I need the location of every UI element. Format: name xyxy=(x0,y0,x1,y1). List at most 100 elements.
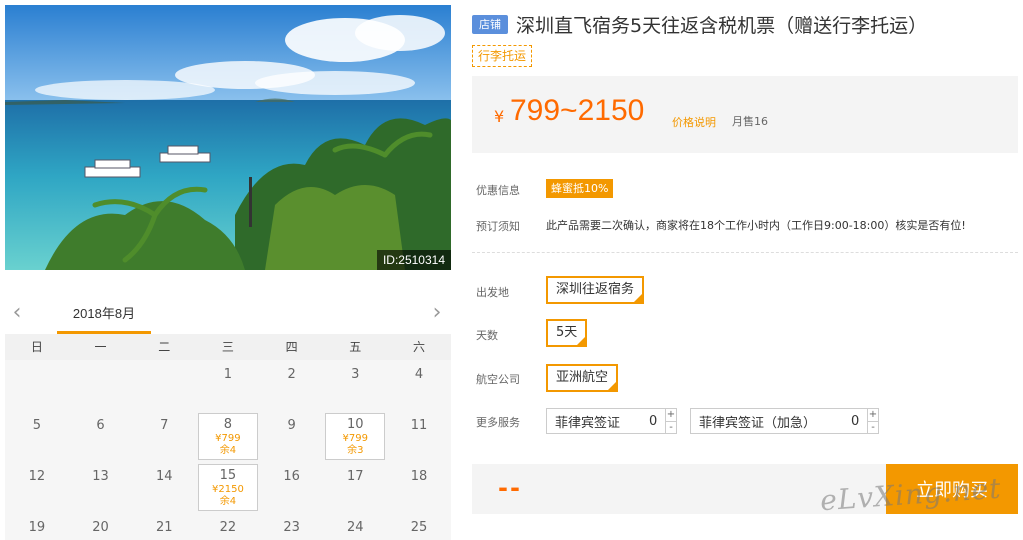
day-number: 3 xyxy=(351,367,360,382)
departure-option[interactable]: 深圳往返宿务 xyxy=(546,276,645,304)
chevron-right-icon[interactable]: › xyxy=(427,302,447,326)
calendar-day: 17 xyxy=(323,462,387,513)
service-name: 菲律宾签证 xyxy=(555,415,621,431)
day-number: 1 xyxy=(223,367,233,382)
day-number: 17 xyxy=(347,469,364,484)
calendar-day: 5 xyxy=(5,411,69,462)
calendar-grid: 1 2 3 4 5 6 7 8 ¥799 余4 9 10 ¥799 余3 11 12 13 14 15 ¥2150 余4… xyxy=(5,360,451,540)
divider xyxy=(472,252,1018,253)
calendar-day: 22 xyxy=(196,513,260,540)
purchase-bar: -- 立即购买 xyxy=(472,464,1018,514)
calendar-day: 3 xyxy=(323,360,387,411)
weekday-label: 一 xyxy=(94,340,107,354)
departure-label: 出发地 xyxy=(476,286,509,299)
service-visa-express: 菲律宾签证（加急） 0 + - xyxy=(690,408,879,434)
available-date[interactable]: 10 ¥799 余3 xyxy=(325,413,386,460)
chevron-left-icon[interactable]: ‹ xyxy=(7,302,27,326)
calendar-day: 12 xyxy=(5,462,69,513)
calendar-day: 6 xyxy=(69,411,133,462)
luggage-tag: 行李托运 xyxy=(472,45,533,67)
calendar-day[interactable]: 10 ¥799 余3 xyxy=(323,411,387,462)
calendar-day: 11 xyxy=(387,411,451,462)
day-number: 14 xyxy=(155,469,173,484)
calendar-day: 25 xyxy=(387,513,451,540)
day-number: 21 xyxy=(155,520,173,535)
calendar-day: 4 xyxy=(387,360,451,411)
minus-button[interactable]: - xyxy=(666,421,676,433)
calendar-month-tab[interactable]: 2018年8月 xyxy=(57,302,151,334)
calendar-day: 7 xyxy=(132,411,196,462)
days-option[interactable]: 5天 xyxy=(546,319,588,347)
weekday-label: 六 xyxy=(412,340,425,354)
quantity-stepper: + - xyxy=(867,408,879,434)
day-number: 13 xyxy=(92,469,109,484)
weekday-label: 二 xyxy=(158,340,171,354)
service-qty-input[interactable]: 0 xyxy=(649,414,657,429)
calendar: 日一二三四五六 1 2 3 4 5 6 7 8 ¥799 余4 9 10 ¥799 余3 11 12 13 14 1… xyxy=(5,334,451,540)
shop-badge[interactable]: 店铺 xyxy=(472,14,508,34)
calendar-day: 19 xyxy=(5,513,69,540)
day-number: 23 xyxy=(283,520,300,535)
promo-tag: 蜂蜜抵10% xyxy=(546,179,614,198)
quantity-stepper: + - xyxy=(665,408,677,434)
service-visa: 菲律宾签证 0 + - xyxy=(546,408,677,434)
product-photo: ID:2510314 xyxy=(5,5,451,270)
days-label: 天数 xyxy=(476,329,498,342)
calendar-day[interactable]: 8 ¥799 余4 xyxy=(196,411,260,462)
price-currency: ¥ xyxy=(494,107,505,126)
calendar-week-row: 5 6 7 8 ¥799 余4 9 10 ¥799 余3 11 xyxy=(5,411,451,462)
minus-button[interactable]: - xyxy=(868,421,878,433)
calendar-day: 1 xyxy=(196,360,260,411)
product-title-row: 店铺 深圳直飞宿务5天往返含税机票（赠送行李托运） xyxy=(472,10,1022,38)
day-number: 19 xyxy=(28,520,46,535)
day-price: ¥799 xyxy=(342,433,368,444)
calendar-day: 18 xyxy=(387,462,451,513)
seats-left: 余4 xyxy=(219,445,237,456)
calendar-day: 20 xyxy=(69,513,133,540)
promo-label: 优惠信息 xyxy=(476,184,520,197)
calendar-day: 13 xyxy=(69,462,133,513)
service-qty-input[interactable]: 0 xyxy=(851,414,859,429)
notice-text: 此产品需要二次确认，商家将在18个工作小时内（工作日9:00-18:00）核实是… xyxy=(546,219,966,232)
seats-left: 余4 xyxy=(219,496,237,507)
available-date[interactable]: 15 ¥2150 余4 xyxy=(198,464,258,511)
day-number: 5 xyxy=(32,418,41,433)
plus-button[interactable]: + xyxy=(666,409,676,421)
day-number: 11 xyxy=(410,418,428,433)
calendar-week-row: 12 13 14 15 ¥2150 余4 16 17 18 xyxy=(5,462,451,513)
day-number: 18 xyxy=(410,469,428,484)
price-note-link[interactable]: 价格说明 xyxy=(672,114,716,130)
available-date[interactable]: 8 ¥799 余4 xyxy=(198,413,258,460)
day-number: 15 xyxy=(219,468,237,483)
calendar-day xyxy=(5,360,69,411)
day-number: 25 xyxy=(410,520,428,535)
calendar-day[interactable]: 15 ¥2150 余4 xyxy=(196,462,260,513)
product-title: 深圳直飞宿务5天往返含税机票（赠送行李托运） xyxy=(516,14,928,37)
day-number: 8 xyxy=(223,417,233,432)
calendar-weekday-header: 日一二三四五六 xyxy=(5,334,451,360)
day-number: 2 xyxy=(287,367,296,382)
calendar-day: 24 xyxy=(323,513,387,540)
calendar-day: 9 xyxy=(260,411,324,462)
plus-button[interactable]: + xyxy=(868,409,878,421)
day-number: 7 xyxy=(160,418,169,433)
day-number: 4 xyxy=(414,367,424,382)
calendar-day xyxy=(132,360,196,411)
total-price: -- xyxy=(498,474,522,502)
day-price: ¥799 xyxy=(215,433,241,444)
monthly-sales: 月售16 xyxy=(732,115,768,128)
buy-now-button[interactable]: 立即购买 xyxy=(886,464,1018,514)
day-number: 16 xyxy=(283,469,300,484)
calendar-day: 23 xyxy=(260,513,324,540)
weekday-label: 三 xyxy=(221,340,234,354)
services-label: 更多服务 xyxy=(476,416,520,429)
photo-id-label: ID:2510314 xyxy=(376,250,451,270)
notice-label: 预订须知 xyxy=(476,220,520,233)
day-number: 24 xyxy=(347,520,364,535)
calendar-day: 21 xyxy=(132,513,196,540)
weekday-label: 五 xyxy=(349,340,362,354)
airline-option[interactable]: 亚洲航空 xyxy=(546,364,619,392)
day-number: 10 xyxy=(347,417,364,432)
service-name: 菲律宾签证（加急） xyxy=(699,415,817,431)
price-range: 799~2150 xyxy=(510,94,645,127)
